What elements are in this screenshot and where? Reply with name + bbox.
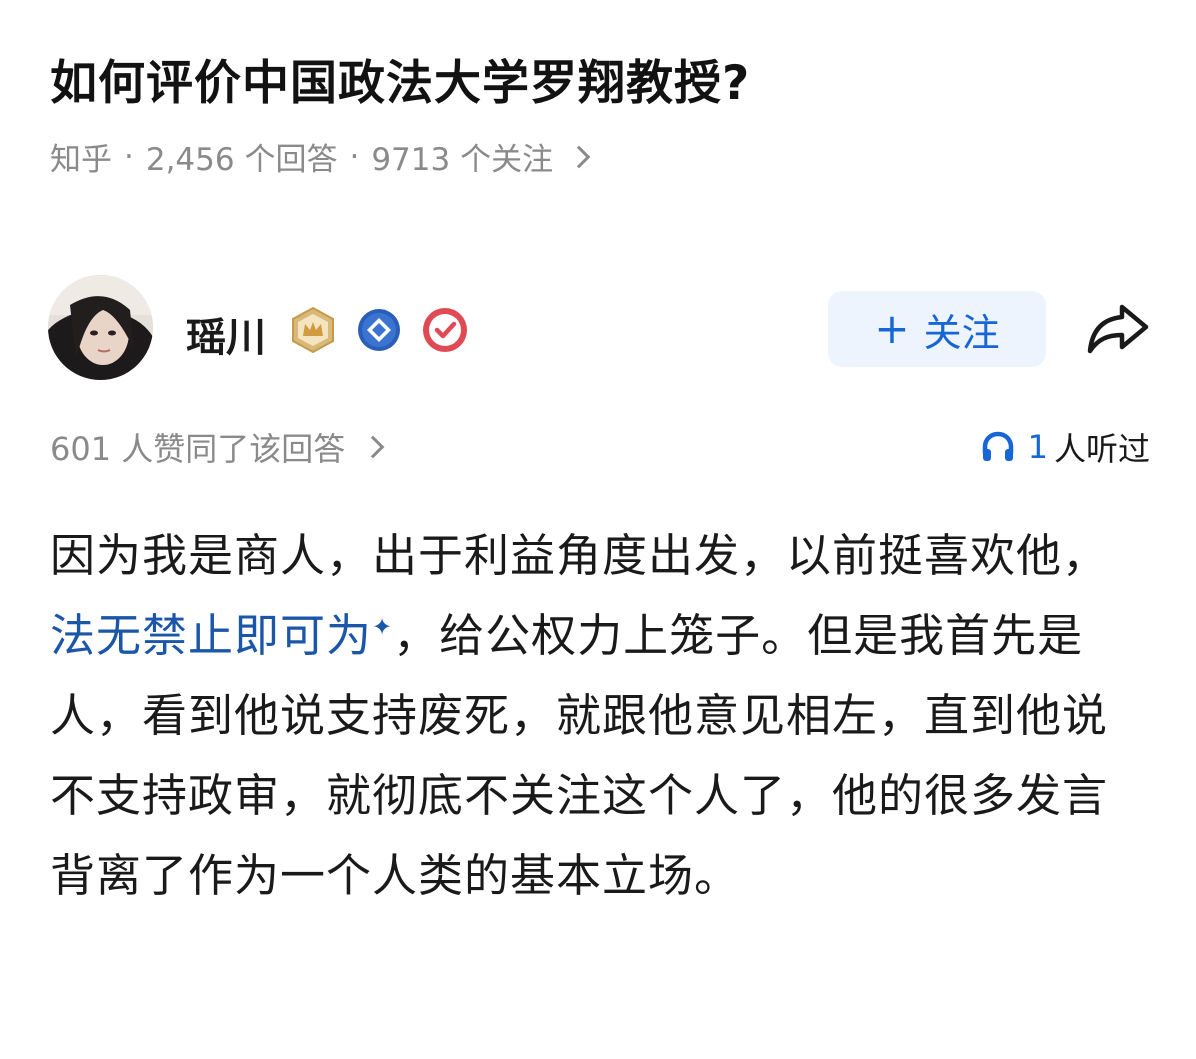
meta-separator: · xyxy=(349,138,360,175)
sparkle-icon: ✦ xyxy=(372,613,394,641)
question-title[interactable]: 如何评价中国政法大学罗翔教授? xyxy=(50,44,750,113)
question-meta[interactable]: 知乎 · 2,456 个回答 · 9713 个关注 xyxy=(50,134,591,179)
follower-count: 9713 个关注 xyxy=(371,142,554,178)
plus-icon: + xyxy=(874,304,910,353)
chevron-right-icon xyxy=(361,435,385,459)
answer-keyword-link[interactable]: 法无禁止即可为 xyxy=(50,609,372,662)
diamond-badge-icon[interactable] xyxy=(354,305,404,355)
listen-count: 1 xyxy=(1027,428,1048,466)
follow-button[interactable]: + 关注 xyxy=(828,291,1046,367)
verified-badge-icon[interactable] xyxy=(420,305,470,355)
meta-separator: · xyxy=(124,138,134,175)
vote-count: 601 人赞同了该回答 xyxy=(50,430,346,468)
avatar[interactable] xyxy=(48,275,153,380)
share-icon[interactable] xyxy=(1082,297,1154,361)
vote-row: 601 人赞同了该回答 1 人听过 xyxy=(50,424,1150,474)
source-label: 知乎 xyxy=(50,142,112,178)
headphone-icon xyxy=(982,431,1013,461)
vote-count-link[interactable]: 601 人赞同了该回答 xyxy=(50,424,385,470)
listen-indicator[interactable]: 1 人听过 xyxy=(980,424,1150,470)
answer-body: 因为我是商人，出于利益角度出发，以前挺喜欢他，法无禁止即可为✦，给公权力上笼子。… xyxy=(50,516,1150,916)
crown-badge-icon[interactable] xyxy=(288,305,338,355)
author-row: 瑶川 + 关注 xyxy=(48,275,1158,383)
answer-count: 2,456 个回答 xyxy=(145,142,338,178)
follow-label: 关注 xyxy=(923,310,1000,355)
chevron-right-icon xyxy=(567,145,591,168)
author-name[interactable]: 瑶川 xyxy=(186,305,266,363)
answer-text-part: 因为我是商人，出于利益角度出发，以前挺喜欢他， xyxy=(50,529,1109,582)
listen-label: 人听过 xyxy=(1053,430,1150,468)
